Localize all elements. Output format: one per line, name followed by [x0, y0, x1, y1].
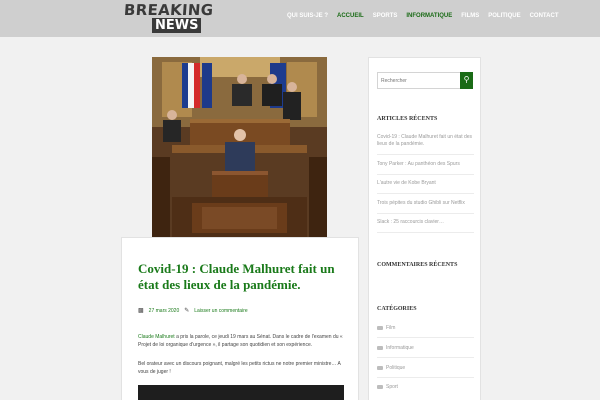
recent-articles-heading: ARTICLES RÉCENTS — [377, 116, 438, 122]
nav-item-accueil[interactable]: ACCUEIL — [337, 13, 364, 19]
post-date[interactable]: 27 mars 2020 — [149, 308, 180, 314]
folder-icon — [377, 346, 383, 350]
category-item[interactable]: Film — [377, 325, 395, 331]
category-label: Film — [386, 325, 396, 331]
divider — [377, 154, 474, 155]
recent-article-link[interactable]: Covid-19 : Claude Malhuret fait un état … — [377, 134, 475, 148]
nav-item-qui-suis-je[interactable]: QUI SUIS-JE ? — [287, 13, 328, 19]
folder-icon — [377, 385, 383, 389]
senate-photo — [152, 57, 327, 239]
divider — [377, 213, 474, 214]
post-meta: ▩ 27 mars 2020 ✎ Laisser un commentaire — [138, 307, 248, 315]
logo-line2: NEWS — [152, 18, 202, 33]
category-item[interactable]: Informatique — [377, 345, 414, 351]
categories-heading: CATÉGORIES — [377, 306, 417, 312]
category-label: Sport — [386, 384, 398, 390]
recent-article-link[interactable]: Trois pépites du studio Ghibli sur Netfl… — [377, 200, 475, 207]
site-logo[interactable]: BREAKING NEWS — [123, 1, 214, 35]
folder-icon — [377, 326, 383, 330]
recent-comments-heading: COMMENTAIRES RÉCENTS — [377, 262, 458, 268]
divider — [377, 357, 474, 358]
embedded-video[interactable] — [138, 385, 344, 400]
post-featured-image[interactable] — [152, 57, 327, 239]
leave-comment-link[interactable]: Laisser un commentaire — [194, 308, 247, 314]
divider — [377, 377, 474, 378]
nav-item-sports[interactable]: SPORTS — [373, 13, 398, 19]
post-card: Covid-19 : Claude Malhuret fait un état … — [121, 237, 359, 400]
nav-item-contact[interactable]: CONTACT — [530, 13, 559, 19]
nav-item-films[interactable]: FILMS — [461, 13, 479, 19]
divider — [377, 337, 474, 338]
recent-article-link[interactable]: Tony Parker : Au panthéon des Spurs — [377, 161, 475, 168]
search-icon: ⚲ — [463, 75, 470, 84]
folder-icon — [377, 366, 383, 370]
recent-article-link[interactable]: Slack : 25 raccourcis clavier… — [377, 219, 475, 226]
post-paragraph-1: Claude Malhuret a pris la parole, ce jeu… — [138, 333, 348, 349]
category-item[interactable]: Politique — [377, 365, 405, 371]
author-link[interactable]: Claude Malhuret — [138, 334, 175, 340]
divider — [377, 232, 474, 233]
divider — [377, 193, 474, 194]
comment-icon: ✎ — [184, 308, 190, 314]
main-nav: QUI SUIS-JE ? ACCUEIL SPORTS INFORMATIQU… — [287, 13, 558, 19]
category-label: Informatique — [386, 345, 414, 351]
post-title[interactable]: Covid-19 : Claude Malhuret fait un état … — [138, 261, 348, 293]
category-item[interactable]: Sport — [377, 384, 398, 390]
nav-item-politique[interactable]: POLITIQUE — [488, 13, 520, 19]
divider — [377, 174, 474, 175]
search-input[interactable] — [377, 72, 461, 89]
search-button[interactable]: ⚲ — [460, 72, 473, 89]
recent-article-link[interactable]: L'autre vie de Kobe Bryant — [377, 180, 475, 187]
sidebar: ⚲ ARTICLES RÉCENTS Covid-19 : Claude Mal… — [368, 57, 481, 400]
logo-line1: BREAKING — [123, 1, 214, 19]
post-paragraph-2: Bel orateur avec un discours poignant, m… — [138, 361, 341, 375]
nav-item-informatique[interactable]: INFORMATIQUE — [406, 13, 452, 19]
site-header: BREAKING NEWS QUI SUIS-JE ? ACCUEIL SPOR… — [0, 0, 600, 37]
calendar-icon: ▩ — [138, 308, 144, 314]
category-label: Politique — [386, 365, 406, 371]
